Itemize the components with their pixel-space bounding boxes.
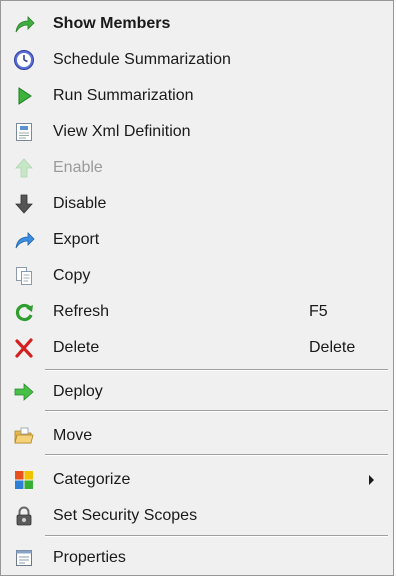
menu-item-label: Run Summarization bbox=[53, 87, 194, 104]
blue-curved-arrow-icon bbox=[13, 229, 35, 251]
menu-item-label: View Xml Definition bbox=[53, 123, 191, 140]
menu-item-show-members[interactable]: Show Members bbox=[3, 6, 391, 40]
menu-item-view-xml-definition[interactable]: View Xml Definition bbox=[3, 114, 391, 148]
menu-item-label: Enable bbox=[53, 159, 103, 176]
menu-item-label: Schedule Summarization bbox=[53, 51, 231, 68]
menu-item-export[interactable]: Export bbox=[3, 222, 391, 256]
menu-separator bbox=[45, 410, 388, 412]
delete-shortcut: Delete bbox=[309, 339, 356, 356]
menu-item-label: Disable bbox=[53, 195, 107, 212]
menu-item-copy[interactable]: Copy bbox=[3, 258, 391, 292]
menu-separator bbox=[45, 454, 388, 456]
refresh-icon bbox=[13, 301, 35, 323]
menu-item-move[interactable]: Move bbox=[3, 418, 391, 452]
menu-item-run-summarization[interactable]: Run Summarization bbox=[3, 78, 391, 112]
folder-icon bbox=[13, 425, 35, 447]
clock-icon bbox=[13, 49, 35, 71]
copy-icon bbox=[13, 265, 35, 287]
menu-separator bbox=[45, 369, 388, 371]
menu-separator bbox=[45, 535, 388, 537]
menu-item-disable[interactable]: Disable bbox=[3, 186, 391, 220]
refresh-shortcut: F5 bbox=[309, 303, 328, 320]
submenu-arrow-icon bbox=[369, 475, 374, 485]
menu-item-delete[interactable]: Delete Delete bbox=[3, 330, 391, 364]
menu-item-deploy[interactable]: Deploy bbox=[3, 374, 391, 408]
menu-item-label: Set Security Scopes bbox=[53, 507, 198, 524]
padlock-icon bbox=[13, 505, 35, 527]
menu-item-label: Properties bbox=[53, 549, 126, 566]
color-squares-icon bbox=[13, 469, 35, 491]
play-icon bbox=[13, 85, 35, 107]
down-arrow-icon bbox=[13, 193, 35, 215]
menu-item-label: Move bbox=[53, 427, 93, 444]
menu-item-label: Delete bbox=[53, 339, 100, 356]
red-x-icon bbox=[13, 337, 35, 359]
menu-item-schedule-summarization[interactable]: Schedule Summarization bbox=[3, 42, 391, 76]
menu-item-refresh[interactable]: Refresh F5 bbox=[3, 294, 391, 328]
properties-icon bbox=[13, 547, 35, 569]
context-menu: Show Members Schedule Summarization Run … bbox=[0, 0, 394, 576]
menu-item-categorize[interactable]: Categorize bbox=[3, 462, 391, 496]
menu-item-label: Refresh bbox=[53, 303, 110, 320]
green-curved-arrow-icon bbox=[13, 13, 35, 35]
menu-item-properties[interactable]: Properties bbox=[3, 540, 391, 574]
menu-item-set-security-scopes[interactable]: Set Security Scopes bbox=[3, 498, 391, 532]
menu-item-label: Copy bbox=[53, 267, 91, 284]
menu-item-label: Deploy bbox=[53, 383, 103, 400]
green-right-arrow-icon bbox=[13, 381, 35, 403]
menu-item-label: Categorize bbox=[53, 471, 131, 488]
menu-item-label: Show Members bbox=[53, 15, 171, 32]
document-icon bbox=[13, 121, 35, 143]
up-arrow-icon bbox=[13, 157, 35, 179]
menu-item-enable: Enable bbox=[3, 150, 391, 184]
menu-item-label: Export bbox=[53, 231, 100, 248]
